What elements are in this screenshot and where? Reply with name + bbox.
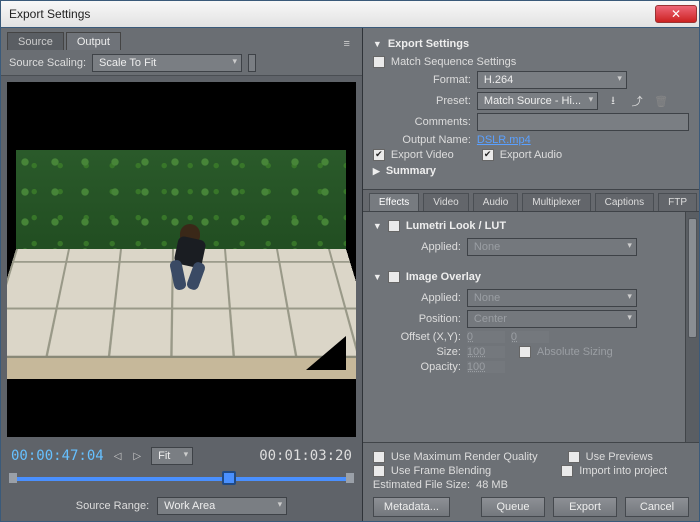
comments-input[interactable] xyxy=(477,113,689,131)
export-settings-panel: ▼Export Settings Match Sequence Settings… xyxy=(363,28,699,185)
source-scaling-select[interactable]: Scale To Fit xyxy=(92,54,242,72)
source-range-select[interactable]: Work Area xyxy=(157,497,287,515)
overlay-offset-x[interactable] xyxy=(467,331,505,343)
cancel-button[interactable]: Cancel xyxy=(625,497,689,517)
tab-captions[interactable]: Captions xyxy=(595,193,654,211)
use-previews-label: Use Previews xyxy=(586,451,653,463)
overlay-applied-label: Applied: xyxy=(373,292,461,304)
use-previews-checkbox[interactable] xyxy=(568,451,580,463)
lumetri-header[interactable]: ▼Lumetri Look / LUT xyxy=(373,220,689,232)
overlay-offset-label: Offset (X,Y): xyxy=(373,331,461,343)
left-pane: Source Output ≡ Source Scaling: Scale To… xyxy=(1,28,363,521)
estimated-size-label: Estimated File Size: xyxy=(373,479,470,491)
export-video-label: Export Video xyxy=(391,149,454,161)
overlay-offset-y[interactable] xyxy=(511,331,549,343)
disclosure-icon: ▼ xyxy=(373,39,382,49)
export-video-checkbox[interactable] xyxy=(373,149,385,161)
out-point-handle[interactable] xyxy=(346,473,354,483)
output-name-link[interactable]: DSLR.mp4 xyxy=(477,134,531,146)
effects-scroll-area: ▼Lumetri Look / LUT Applied: None ▼Image… xyxy=(363,212,699,442)
step-back-icon[interactable]: ◁ xyxy=(112,451,124,462)
tab-source[interactable]: Source xyxy=(7,32,64,50)
right-pane: ▼Export Settings Match Sequence Settings… xyxy=(363,28,699,521)
lumetri-applied-select[interactable]: None xyxy=(467,238,637,256)
overlay-applied-select[interactable]: None xyxy=(467,289,637,307)
timecode-total: 00:01:03:20 xyxy=(259,448,352,464)
scaling-aux-field[interactable] xyxy=(248,54,256,72)
tab-output[interactable]: Output xyxy=(66,32,121,50)
frame-blending-label: Use Frame Blending xyxy=(391,465,491,477)
match-sequence-checkbox[interactable] xyxy=(373,56,385,68)
lumetri-applied-label: Applied: xyxy=(373,241,461,253)
delete-preset-icon[interactable]: 🗑 xyxy=(652,93,670,109)
tab-effects[interactable]: Effects xyxy=(369,193,419,211)
import-preset-icon[interactable]: ⤴ xyxy=(628,93,646,109)
preset-select[interactable]: Match Source - Hi... xyxy=(477,92,598,110)
image-overlay-enable-checkbox[interactable] xyxy=(388,271,400,283)
preview-area[interactable] xyxy=(7,82,356,437)
source-scaling-bar: Source Scaling: Scale To Fit xyxy=(1,50,362,76)
import-project-label: Import into project xyxy=(579,465,667,477)
timecode-current[interactable]: 00:00:47:04 xyxy=(11,448,104,464)
preview-image xyxy=(16,150,346,370)
overlay-position-label: Position: xyxy=(373,313,461,325)
tab-ftp[interactable]: FTP xyxy=(658,193,697,211)
close-button[interactable]: ✕ xyxy=(655,5,697,23)
overlay-size-input[interactable] xyxy=(467,346,505,358)
save-preset-icon[interactable]: ⭳ xyxy=(604,93,622,109)
metadata-button[interactable]: Metadata... xyxy=(373,497,450,517)
titlebar: Export Settings ✕ xyxy=(0,0,700,28)
overlay-opacity-input[interactable] xyxy=(467,361,505,373)
footer-panel: Use Maximum Render Quality Use Previews … xyxy=(363,442,699,521)
settings-subtabs: Effects Video Audio Multiplexer Captions… xyxy=(363,189,699,212)
lumetri-section: ▼Lumetri Look / LUT Applied: None xyxy=(363,212,699,263)
step-forward-icon[interactable]: ▷ xyxy=(131,451,143,462)
button-row: Metadata... Queue Export Cancel xyxy=(373,497,689,517)
image-overlay-header[interactable]: ▼Image Overlay xyxy=(373,271,689,283)
disclosure-icon: ▶ xyxy=(373,166,380,177)
in-point-handle[interactable] xyxy=(9,473,17,483)
source-range-row: Source Range: Work Area xyxy=(1,491,362,521)
overlay-absolute-label: Absolute Sizing xyxy=(537,346,613,358)
summary-header[interactable]: ▶Summary xyxy=(373,165,689,177)
timeline-scrubber[interactable] xyxy=(11,469,352,491)
format-label: Format: xyxy=(373,74,471,86)
dialog-body: Source Output ≡ Source Scaling: Scale To… xyxy=(0,28,700,522)
output-name-label: Output Name: xyxy=(373,134,471,146)
queue-button[interactable]: Queue xyxy=(481,497,545,517)
lumetri-enable-checkbox[interactable] xyxy=(388,220,400,232)
time-bar: 00:00:47:04 ◁ ▷ Fit 00:01:03:20 xyxy=(1,443,362,469)
max-quality-label: Use Maximum Render Quality xyxy=(391,451,538,463)
scrub-track xyxy=(11,477,352,481)
frame-blending-checkbox[interactable] xyxy=(373,465,385,477)
format-select[interactable]: H.264 xyxy=(477,71,627,89)
preset-label: Preset: xyxy=(373,95,471,107)
export-audio-label: Export Audio xyxy=(500,149,562,161)
overlay-size-label: Size: xyxy=(373,346,461,358)
overlay-position-select[interactable]: Center xyxy=(467,310,637,328)
overlay-opacity-label: Opacity: xyxy=(373,361,461,373)
export-settings-header[interactable]: ▼Export Settings xyxy=(373,38,689,50)
zoom-fit-select[interactable]: Fit xyxy=(151,447,193,465)
comments-label: Comments: xyxy=(373,116,471,128)
export-audio-checkbox[interactable] xyxy=(482,149,494,161)
image-overlay-section: ▼Image Overlay Applied: None Position: Cen… xyxy=(363,263,699,380)
tab-video[interactable]: Video xyxy=(423,193,468,211)
source-scaling-label: Source Scaling: xyxy=(9,57,86,69)
tab-audio[interactable]: Audio xyxy=(473,193,519,211)
left-tabs: Source Output ≡ xyxy=(1,28,362,50)
panel-menu-icon[interactable]: ≡ xyxy=(337,38,355,50)
overlay-absolute-checkbox[interactable] xyxy=(519,346,531,358)
import-project-checkbox[interactable] xyxy=(561,465,573,477)
source-range-label: Source Range: xyxy=(76,500,149,512)
vertical-scrollbar[interactable] xyxy=(685,212,699,442)
scrollbar-thumb[interactable] xyxy=(688,218,697,338)
playhead-handle[interactable] xyxy=(222,471,236,485)
estimated-size-value: 48 MB xyxy=(476,479,508,491)
window-title: Export Settings xyxy=(9,7,655,21)
export-button[interactable]: Export xyxy=(553,497,617,517)
match-sequence-label: Match Sequence Settings xyxy=(391,56,516,68)
max-quality-checkbox[interactable] xyxy=(373,451,385,463)
tab-multiplexer[interactable]: Multiplexer xyxy=(522,193,590,211)
